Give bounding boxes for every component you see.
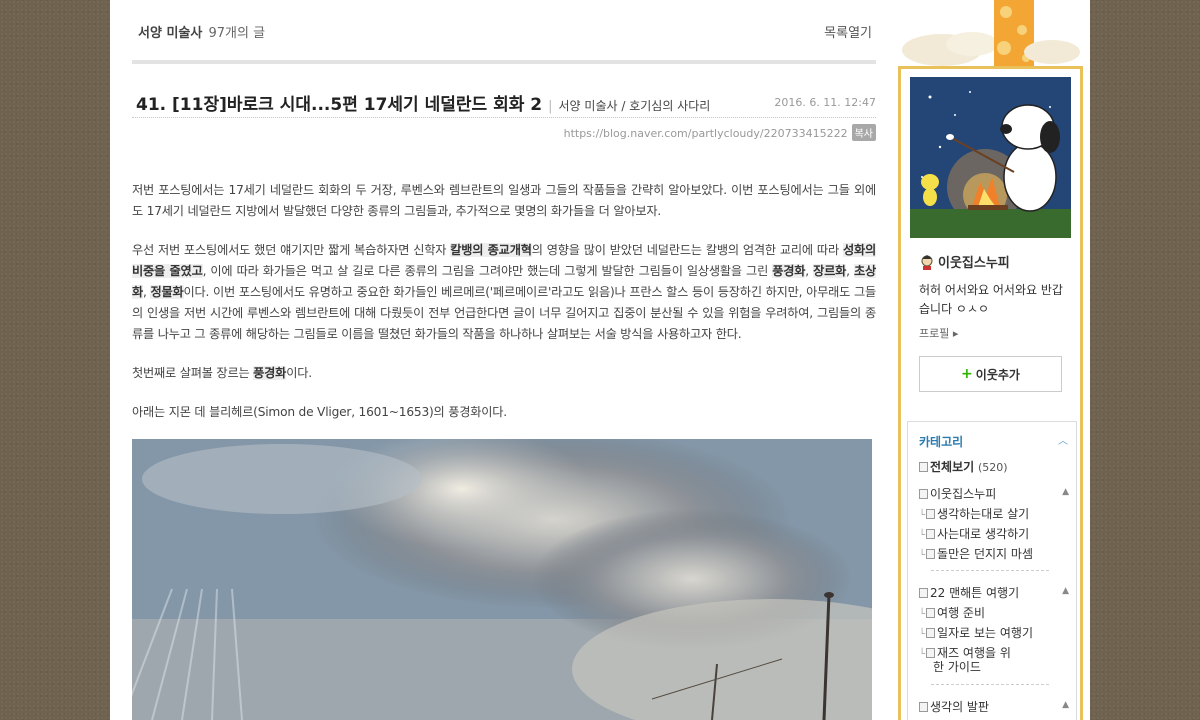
divider: [132, 60, 876, 64]
profile-link[interactable]: 프로필 ▸: [919, 325, 958, 341]
highlight-text: 정물화: [150, 285, 184, 299]
open-list-button[interactable]: 목록열기: [824, 22, 872, 41]
profile-intro: 허허 어서와요 어서와요 반갑습니다 ㅇㅅㅇ: [919, 283, 1063, 316]
snoopy-campfire-illustration: [910, 77, 1071, 238]
category-item-continued[interactable]: 한 가이드: [933, 660, 981, 674]
collapse-arrow-icon[interactable]: ▲: [1062, 700, 1069, 710]
category-item[interactable]: 이웃집스누피: [919, 487, 996, 501]
folder-icon: [919, 489, 928, 499]
folder-icon: [919, 702, 928, 712]
collapse-arrow-icon[interactable]: ▲: [1062, 586, 1069, 596]
document-icon: [926, 549, 936, 559]
paragraph-2: 우선 저번 포스팅에서도 했던 얘기지만 짧게 복습하자면 신학자 칼뱅의 종교…: [132, 243, 876, 341]
document-icon: [926, 648, 936, 658]
post-category[interactable]: 서양 미술사 / 호기심의 사다리: [559, 99, 711, 113]
copy-url-button[interactable]: 복사: [851, 124, 876, 141]
category-item[interactable]: 22 맨해튼 여행기: [919, 586, 1019, 600]
divider-dotted: [132, 117, 876, 118]
category-divider: [931, 570, 1049, 571]
category-item[interactable]: └ 일자로 보는 여행기: [919, 626, 1033, 642]
profile-image[interactable]: [910, 77, 1071, 238]
nickname-text: 이웃집스누피: [938, 256, 1010, 271]
category-item[interactable]: └ 사는대로 생각하기: [919, 527, 1029, 543]
seascape-painting: [132, 439, 872, 720]
post-header: 41. [11장]바로크 시대...5편 17세기 네덜란드 회화 2 | 서양 미…: [136, 90, 876, 115]
category-item[interactable]: └ 돌만은 던지지 마셈: [919, 547, 1033, 563]
highlight-text: 칼뱅의 종교개혁: [450, 243, 532, 257]
category-title[interactable]: 카테고리: [919, 433, 963, 450]
chevron-up-icon[interactable]: ︿: [1058, 432, 1068, 447]
paragraph-3: 첫번째로 살펴볼 장르는 풍경화이다.: [132, 366, 312, 380]
post-url[interactable]: https://blog.naver.com/partlycloudy/2207…: [564, 127, 848, 140]
painting-image[interactable]: [132, 439, 872, 720]
nickname[interactable]: 이웃집스누피: [919, 252, 1010, 271]
post-title[interactable]: 41. [11장]바로크 시대...5편 17세기 네덜란드 회화 2: [136, 95, 542, 115]
title-separator: |: [548, 99, 553, 114]
category-box: 카테고리 ︿ 전체보기 (520) 이웃집스누피 ▲ └ 생각하는대로 살기 └ 사…: [907, 421, 1077, 720]
paragraph-4: 아래는 지몬 데 블리헤르(Simon de Vliger, 1601~1653…: [132, 405, 507, 419]
skin-decoration: [902, 0, 1082, 66]
document-icon: [926, 509, 936, 519]
current-category[interactable]: 서양 미술사: [138, 26, 202, 41]
blog-page: 서양 미술사 97개의 글 목록열기 41. [11장]바로크 시대...5편 …: [110, 0, 1090, 720]
category-item[interactable]: 생각의 발판: [919, 700, 989, 714]
arrow-right-icon: ▸: [952, 327, 959, 340]
document-icon: [926, 529, 936, 539]
document-icon: [926, 608, 936, 618]
post-area: 서양 미술사 97개의 글 목록열기 41. [11장]바로크 시대...5편 …: [132, 0, 876, 720]
folder-icon: [919, 462, 928, 472]
post-url-row: https://blog.naver.com/partlycloudy/2207…: [564, 124, 876, 141]
highlight-text: 풍경화: [253, 366, 287, 380]
sidebar: 이웃집스누피 허허 어서와요 어서와요 반갑습니다 ㅇㅅㅇ 프로필 ▸ + 이웃추…: [898, 0, 1086, 720]
folder-icon: [919, 588, 928, 598]
category-item-all[interactable]: 전체보기 (520): [919, 460, 1008, 475]
highlight-text: 장르화: [813, 264, 847, 278]
category-item[interactable]: └ 여행 준비: [919, 606, 985, 622]
category-divider: [931, 684, 1049, 685]
post-list-bar: 서양 미술사 97개의 글 목록열기: [138, 22, 876, 42]
category-item[interactable]: └ 생각하는대로 살기: [919, 507, 1029, 523]
collapse-arrow-icon[interactable]: ▲: [1062, 487, 1069, 497]
mini-avatar-icon: [919, 254, 935, 270]
plus-icon: +: [961, 366, 973, 382]
add-neighbor-button[interactable]: + 이웃추가: [919, 356, 1062, 392]
post-count: 97개의 글: [208, 26, 266, 41]
post-body: 저번 포스팅에서는 17세기 네덜란드 회화의 두 거장, 루벤스와 렘브란트의…: [132, 180, 876, 441]
document-icon: [926, 628, 936, 638]
profile-box: 이웃집스누피 허허 어서와요 어서와요 반갑습니다 ㅇㅅㅇ 프로필 ▸ + 이웃추…: [898, 66, 1083, 720]
post-date: 2016. 6. 11. 12:47: [774, 96, 876, 109]
paragraph-1: 저번 포스팅에서는 17세기 네덜란드 회화의 두 거장, 루벤스와 렘브란트의…: [132, 183, 876, 218]
highlight-text: 풍경화: [772, 264, 806, 278]
